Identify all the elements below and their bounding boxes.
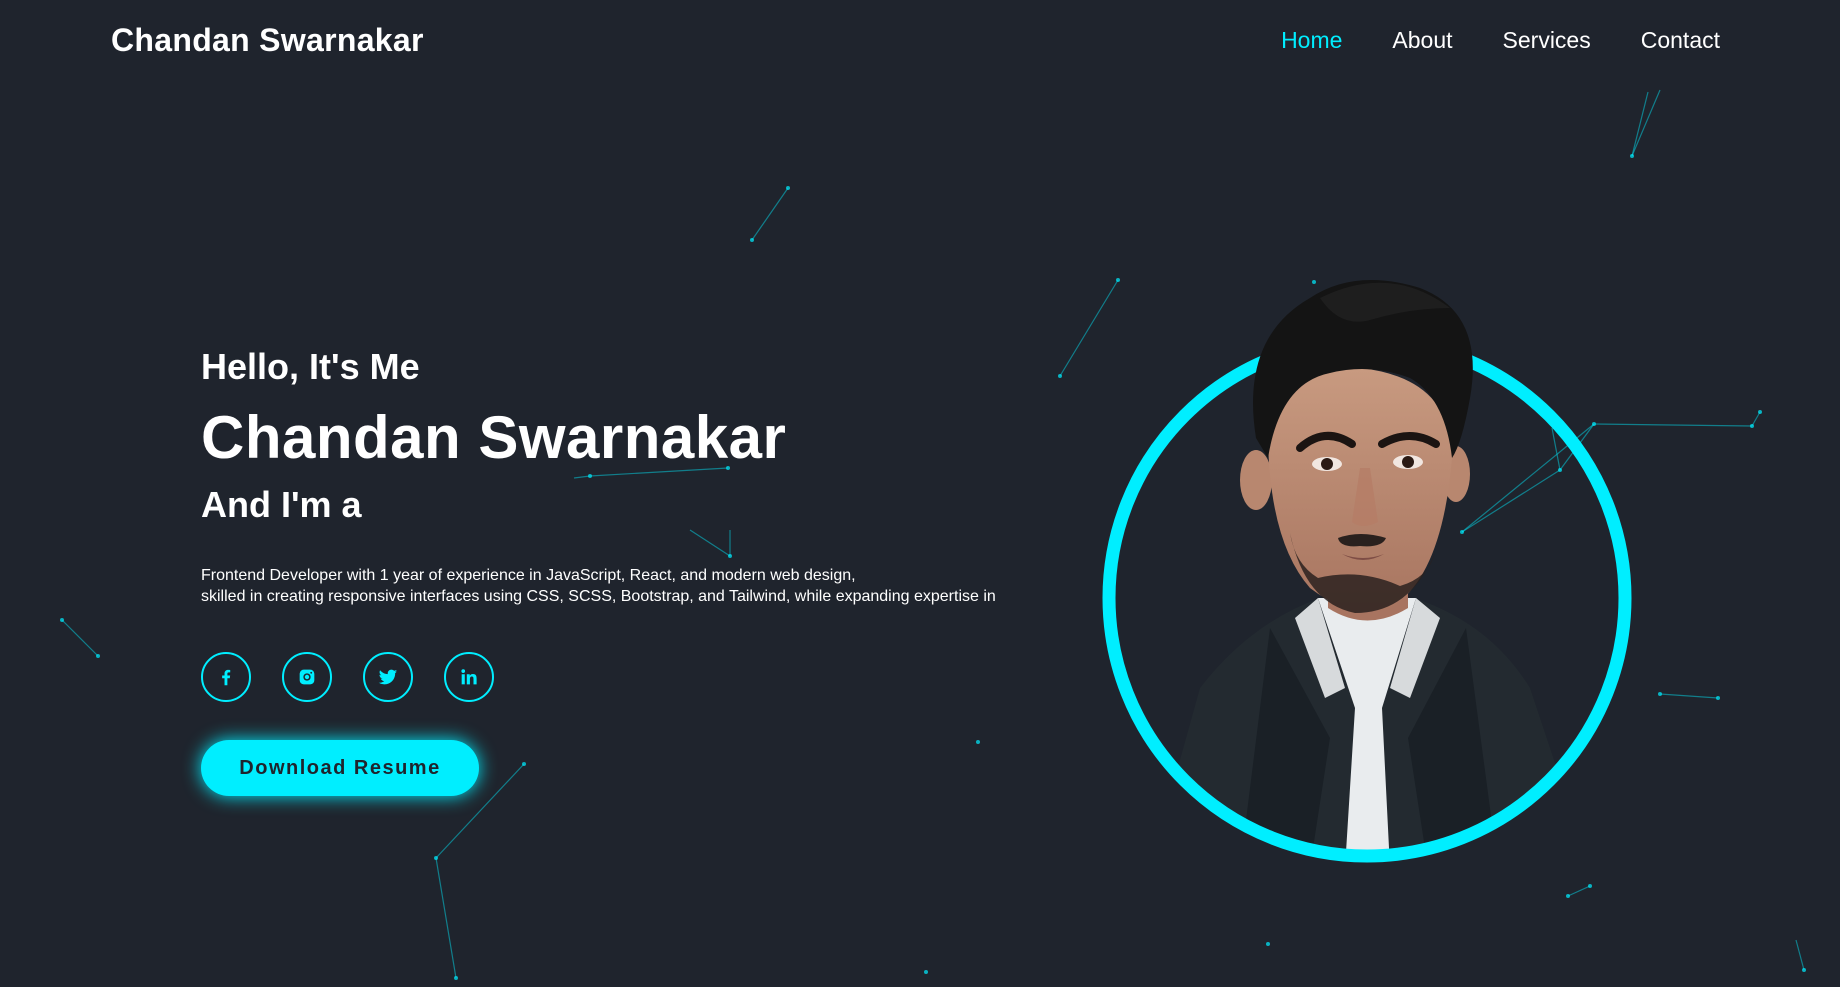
profile-portrait — [1102, 280, 1632, 863]
hero-greeting: Hello, It's Me — [201, 346, 420, 387]
social-links — [201, 652, 1021, 702]
nav-home[interactable]: Home — [1281, 27, 1342, 54]
linkedin-icon — [461, 669, 477, 685]
main-nav: Home About Services Contact — [1281, 27, 1720, 54]
bio-line-1: Frontend Developer with 1 year of experi… — [201, 567, 856, 584]
nav-contact[interactable]: Contact — [1641, 27, 1720, 54]
download-resume-button[interactable]: Download Resume — [201, 740, 479, 796]
bio-line-2: skilled in creating responsive interface… — [201, 588, 996, 605]
twitter-link[interactable] — [363, 652, 413, 702]
linkedin-link[interactable] — [444, 652, 494, 702]
nav-services[interactable]: Services — [1503, 27, 1591, 54]
facebook-icon — [222, 669, 231, 686]
site-header: Chandan Swarnakar Home About Services Co… — [0, 0, 1840, 84]
hero-section: Hello, It's Me Chandan Swarnakar And I'm… — [201, 345, 1021, 796]
instagram-link[interactable] — [282, 652, 332, 702]
hero-name: Chandan Swarnakar — [201, 404, 787, 471]
twitter-icon — [378, 669, 398, 685]
hero-role: And I'm a — [201, 484, 362, 525]
instagram-icon — [299, 669, 315, 685]
facebook-link[interactable] — [201, 652, 251, 702]
hero-bio: Frontend Developer with 1 year of experi… — [201, 565, 1021, 607]
site-logo[interactable]: Chandan Swarnakar — [111, 22, 424, 59]
nav-about[interactable]: About — [1392, 27, 1452, 54]
